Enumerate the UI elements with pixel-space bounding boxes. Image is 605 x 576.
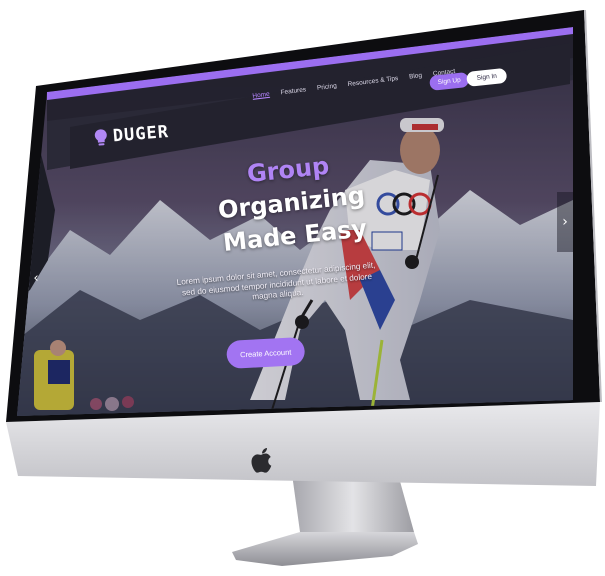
nav-link-resources-tips[interactable]: Resources & Tips	[347, 74, 398, 87]
nav-link-features[interactable]: Features	[280, 86, 306, 96]
chevron-left-icon[interactable]: ‹	[30, 266, 42, 290]
imac-monitor: DUGER Home Features Pricing Resources & …	[0, 0, 605, 576]
hero-title-accent: Group	[245, 151, 331, 189]
lightbulb-icon	[94, 129, 107, 146]
apple-logo-icon	[251, 448, 272, 473]
nav-link-blog[interactable]: Blog	[409, 72, 423, 81]
create-account-button[interactable]: Create Account	[226, 336, 306, 369]
chevron-right-icon[interactable]: ›	[557, 192, 573, 252]
nav-link-home[interactable]: Home	[252, 90, 270, 99]
nav-link-pricing[interactable]: Pricing	[317, 82, 338, 91]
